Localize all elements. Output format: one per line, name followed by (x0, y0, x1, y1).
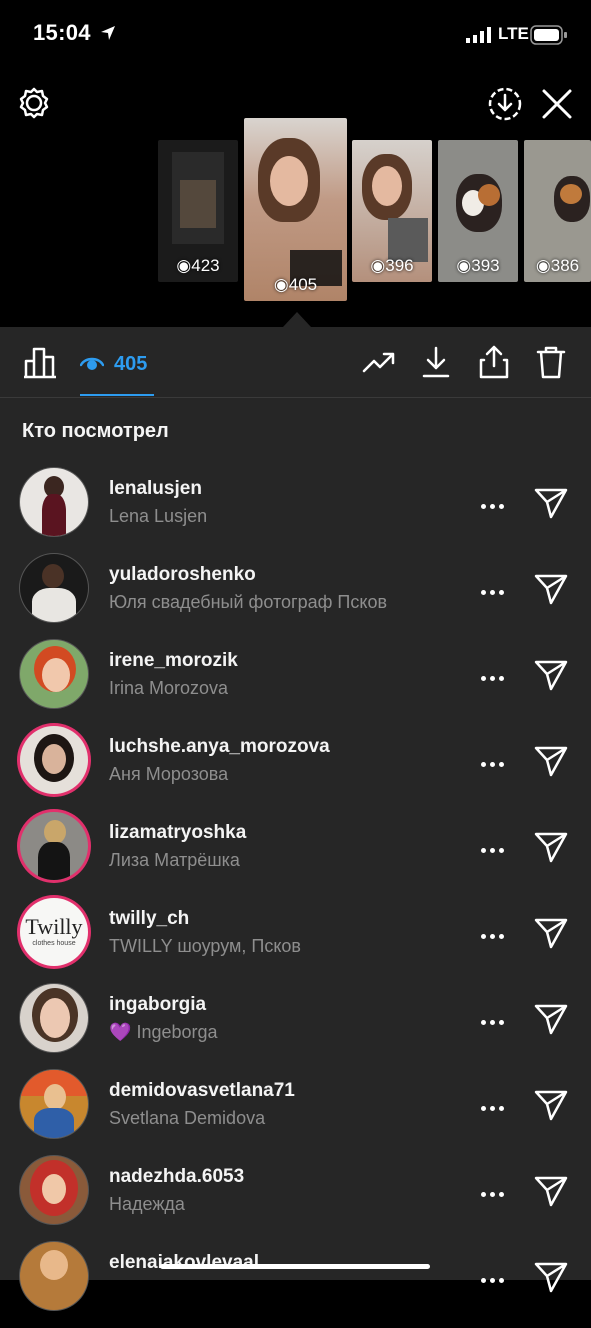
more-icon[interactable] (481, 840, 509, 853)
eye-icon: ◉ (370, 256, 386, 275)
avatar[interactable] (20, 468, 88, 536)
eye-icon (80, 357, 104, 370)
send-icon[interactable] (533, 486, 569, 520)
status-time: 15:04 (33, 20, 91, 45)
send-icon[interactable] (533, 1174, 569, 1208)
eye-icon: ◉ (456, 256, 472, 275)
viewer-username[interactable]: nadezhda.6053 (109, 1166, 244, 1188)
viewer-full-name: Lena Lusjen (109, 506, 208, 526)
avatar[interactable] (20, 1242, 88, 1310)
story-views: 423 (191, 256, 220, 275)
story-thumb[interactable]: ◉423 (158, 140, 238, 282)
viewer-username[interactable]: yuladoroshenko (109, 564, 256, 586)
network-type: LTE (498, 24, 529, 43)
story-views: 393 (471, 256, 500, 275)
list-item[interactable]: lenalusjen Lena Lusjen (0, 468, 591, 554)
location-arrow-icon (101, 26, 115, 40)
status-bar: 15:04 LTE (0, 0, 591, 70)
story-thumb-selected[interactable]: ◉405 (244, 118, 347, 301)
avatar[interactable] (20, 640, 88, 708)
avatar[interactable] (20, 984, 88, 1052)
list-item[interactable]: irene_morozik Irina Morozova (0, 640, 591, 726)
viewer-username[interactable]: lizamatryoshka (109, 822, 246, 844)
share-icon[interactable] (478, 344, 510, 380)
viewer-full-name: Надежда (109, 1194, 185, 1214)
bar-chart-icon[interactable] (22, 345, 58, 379)
story-views: 405 (288, 275, 318, 294)
send-icon[interactable] (533, 1260, 569, 1294)
viewer-full-name: Лиза Матрёшка (109, 850, 240, 870)
eye-icon: ◉ (535, 256, 551, 275)
tab-underline (80, 394, 154, 396)
avatar[interactable]: Twilly clothes house (20, 898, 88, 966)
send-icon[interactable] (533, 744, 569, 778)
more-icon[interactable] (481, 1270, 509, 1283)
viewer-full-name-text: Ingeborga (136, 1022, 218, 1042)
viewer-username[interactable]: elenaiakovlevaal (109, 1252, 259, 1274)
home-indicator[interactable] (160, 1264, 430, 1269)
viewer-username[interactable]: irene_morozik (109, 650, 238, 672)
story-thumb[interactable]: ◉396 (352, 140, 432, 282)
selected-pointer (283, 312, 311, 327)
avatar[interactable] (20, 1156, 88, 1224)
views-count: 405 (114, 352, 148, 375)
purple-heart-icon: 💜 (109, 1022, 132, 1042)
story-views: 386 (550, 256, 580, 275)
viewer-username[interactable]: demidovasvetlana71 (109, 1080, 295, 1102)
list-item[interactable]: lizamatryoshka Лиза Матрёшка (0, 812, 591, 898)
viewer-username[interactable]: luchshe.anya_morozova (109, 736, 330, 758)
story-thumb[interactable]: ◉386 (524, 140, 591, 282)
viewer-full-name: TWILLY шоурум, Псков (109, 936, 301, 956)
twilly-logo: Twilly (25, 914, 83, 939)
list-item[interactable]: ingaborgia 💜 Ingeborga (0, 984, 591, 1070)
list-item[interactable]: luchshe.anya_morozova Аня Морозова (0, 726, 591, 812)
trend-icon[interactable] (362, 349, 396, 375)
more-icon[interactable] (481, 1012, 509, 1025)
viewer-full-name: Юля свадебный фотограф Псков (109, 592, 388, 612)
viewer-full-name: Irina Morozova (109, 678, 229, 698)
download-icon[interactable] (421, 345, 451, 379)
battery-icon (530, 25, 567, 45)
viewer-full-name: 💜 Ingeborga (109, 1022, 218, 1043)
send-icon[interactable] (533, 572, 569, 606)
send-icon[interactable] (533, 658, 569, 692)
send-icon[interactable] (533, 1088, 569, 1122)
send-icon[interactable] (533, 916, 569, 950)
send-icon[interactable] (533, 1002, 569, 1036)
viewer-full-name: Аня Морозова (109, 764, 229, 784)
story-toolbar: 405 (0, 327, 591, 398)
viewer-username[interactable]: twilly_ch (109, 908, 189, 930)
avatar[interactable] (20, 726, 88, 794)
list-item[interactable]: elenaiakovlevaal (0, 1242, 591, 1328)
trash-icon[interactable] (535, 344, 567, 380)
eye-icon: ◉ (176, 256, 192, 275)
signal-icon (466, 27, 491, 43)
viewer-username[interactable]: ingaborgia (109, 994, 206, 1016)
more-icon[interactable] (481, 668, 509, 681)
avatar[interactable] (20, 812, 88, 880)
viewer-username[interactable]: lenalusjen (109, 478, 202, 500)
more-icon[interactable] (481, 1098, 509, 1111)
story-thumbnails: ◉423 ◉405 ◉396 ◉393 ◉386 (0, 110, 591, 325)
more-icon[interactable] (481, 1184, 509, 1197)
avatar[interactable] (20, 554, 88, 622)
list-item[interactable]: yuladoroshenko Юля свадебный фотограф Пс… (0, 554, 591, 640)
tab-viewers[interactable]: 405 (80, 349, 147, 379)
eye-icon: ◉ (273, 275, 289, 294)
list-item[interactable]: demidovasvetlana71 Svetlana Demidova (0, 1070, 591, 1156)
list-item[interactable]: nadezhda.6053 Надежда (0, 1156, 591, 1242)
send-icon[interactable] (533, 830, 569, 864)
more-icon[interactable] (481, 754, 509, 767)
story-thumb[interactable]: ◉393 (438, 140, 518, 282)
viewer-full-name: Svetlana Demidova (109, 1108, 266, 1128)
story-views: 396 (385, 256, 414, 275)
list-item[interactable]: Twilly clothes house twilly_ch TWILLY шо… (0, 898, 591, 984)
more-icon[interactable] (481, 926, 509, 939)
avatar[interactable] (20, 1070, 88, 1138)
section-title: Кто посмотрел (22, 420, 169, 442)
twilly-logo-sub: clothes house (32, 940, 76, 947)
more-icon[interactable] (481, 582, 509, 595)
more-icon[interactable] (481, 496, 509, 509)
viewers-panel: 405 Кто посмотрел lenalusjen Lena Lusjen (0, 327, 591, 1310)
